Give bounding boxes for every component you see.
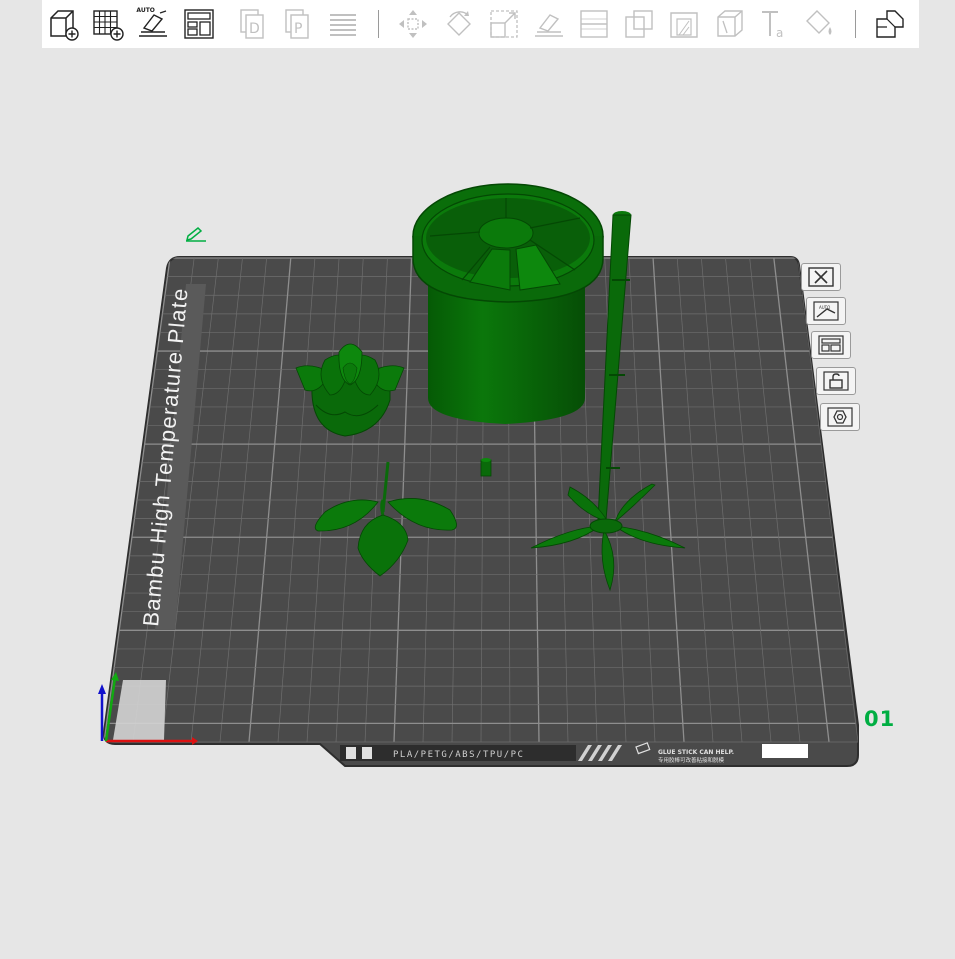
close-plate-icon — [808, 267, 834, 287]
text-button[interactable]: a — [758, 7, 792, 41]
add-object-button[interactable] — [46, 7, 80, 41]
svg-text:a: a — [776, 26, 783, 40]
support-paint-icon — [670, 12, 699, 38]
svg-text:P: P — [294, 21, 302, 37]
scale-button[interactable] — [487, 7, 521, 41]
plate-settings-button[interactable] — [820, 403, 860, 431]
color-paint-icon — [806, 10, 832, 35]
auto-tag: AUTO — [136, 7, 155, 14]
glue-stick-label-cn: 专用胶棒可改善粘接和脱模 — [658, 756, 725, 764]
cut-button[interactable] — [577, 7, 611, 41]
plate-number-label: 01 — [864, 707, 896, 731]
copy-button[interactable]: D — [236, 7, 270, 41]
arrange-plate-button[interactable] — [811, 331, 851, 359]
lay-on-face-icon — [534, 14, 563, 37]
lock-plate-icon — [823, 371, 849, 391]
3d-viewport[interactable]: Bambu High Temperature Plate PLA/PETG/AB… — [0, 0, 955, 955]
seam-paint-button[interactable] — [713, 7, 747, 41]
toolbar-separator-2 — [854, 10, 856, 38]
assembly-view-icon — [876, 10, 904, 38]
svg-text:D: D — [249, 21, 260, 37]
lock-plate-button[interactable] — [816, 367, 856, 395]
cut-icon — [580, 10, 608, 38]
add-plate-button[interactable] — [91, 7, 125, 41]
pot-model[interactable] — [412, 183, 604, 424]
boolean-button[interactable] — [622, 7, 656, 41]
peg-model[interactable] — [480, 458, 492, 477]
boolean-icon — [625, 10, 653, 38]
copy-icon: D — [240, 9, 264, 39]
main-toolbar: AUTO D P a — [42, 0, 919, 48]
move-button[interactable] — [396, 7, 430, 41]
orient-plate-button[interactable]: AUTO — [806, 297, 846, 325]
layers-button[interactable] — [326, 7, 360, 41]
svg-text:AUTO: AUTO — [819, 305, 830, 310]
arrange-plate-icon — [818, 335, 844, 355]
close-plate-button[interactable] — [801, 263, 841, 291]
color-paint-button[interactable] — [803, 7, 837, 41]
paste-button[interactable]: P — [281, 7, 315, 41]
layers-icon — [330, 14, 357, 36]
support-paint-button[interactable] — [667, 7, 701, 41]
glue-stick-label: GLUE STICK CAN HELP. — [658, 749, 734, 756]
rotate-button[interactable] — [442, 7, 476, 41]
auto-orient-button[interactable]: AUTO — [136, 7, 170, 41]
arrange-icon — [183, 9, 214, 39]
seam-paint-icon — [716, 10, 743, 37]
orient-plate-icon: AUTO — [813, 301, 839, 321]
text-icon: a — [761, 11, 783, 40]
arrange-button[interactable] — [182, 7, 216, 41]
assembly-view-button[interactable] — [873, 7, 907, 41]
filament-type-label: PLA/PETG/ABS/TPU/PC — [393, 750, 524, 760]
lay-on-face-button[interactable] — [532, 7, 566, 41]
edit-plate-name-button[interactable] — [183, 225, 209, 243]
move-icon — [399, 10, 428, 38]
scale-icon — [489, 10, 518, 38]
toolbar-separator — [377, 10, 379, 38]
plate-settings-icon — [827, 407, 853, 427]
add-plate-icon — [93, 10, 124, 41]
add-object-icon — [50, 10, 79, 41]
paste-icon: P — [285, 9, 309, 39]
rotate-icon — [446, 11, 471, 36]
